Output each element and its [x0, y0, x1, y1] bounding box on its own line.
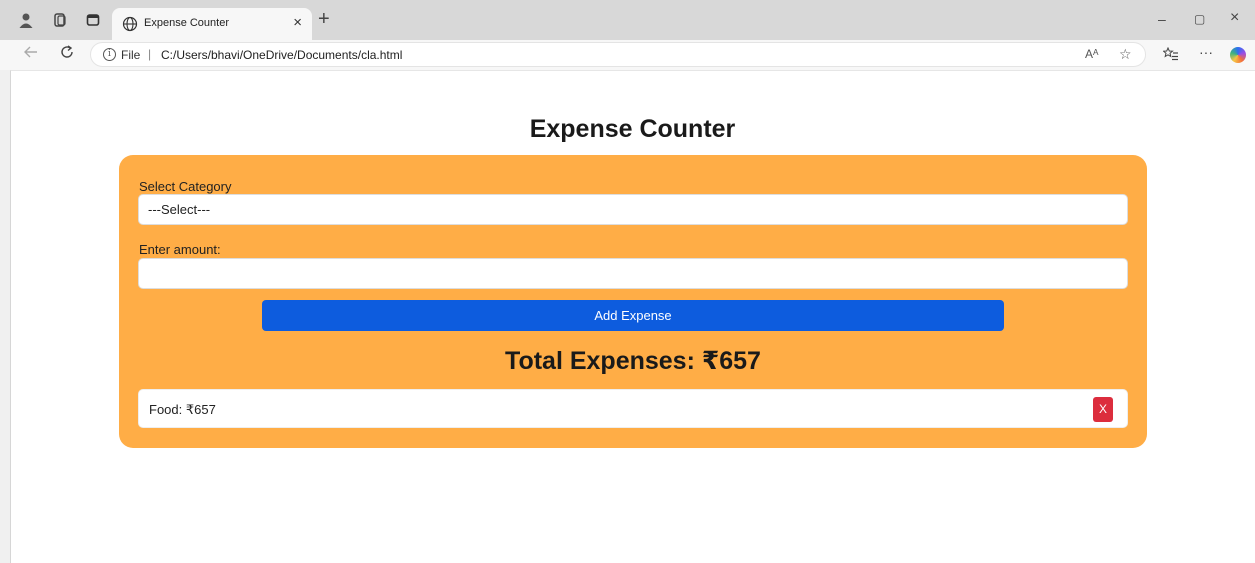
restore-button[interactable]: ▢: [1194, 12, 1205, 26]
refresh-icon[interactable]: [60, 45, 74, 65]
page-viewport: Expense Counter Select Category ---Selec…: [10, 70, 1255, 563]
copilot-icon[interactable]: [1230, 47, 1246, 63]
separator: |: [148, 47, 152, 61]
page-title: Expense Counter: [529, 115, 736, 143]
expense-text: Food: ₹657: [149, 402, 216, 417]
amount-label: Enter amount:: [139, 242, 221, 257]
delete-expense-button[interactable]: X: [1093, 397, 1113, 422]
browser-toolbar: i File | C:/Users/bhavi/OneDrive/Documen…: [0, 40, 1255, 70]
add-expense-button[interactable]: Add Expense: [262, 300, 1004, 331]
amount-input[interactable]: [138, 258, 1128, 289]
workspaces-icon[interactable]: [52, 12, 68, 28]
address-bar[interactable]: i File | C:/Users/bhavi/OneDrive/Documen…: [90, 42, 1146, 67]
tab-expense-counter[interactable]: Expense Counter ×: [112, 8, 312, 40]
file-label: File: [121, 48, 141, 62]
close-window-button[interactable]: ×: [1230, 9, 1239, 27]
back-arrow-icon[interactable]: [24, 45, 38, 65]
expense-form-card: Select Category ---Select--- Enter amoun…: [119, 155, 1147, 448]
minimize-button[interactable]: –: [1158, 11, 1166, 27]
tab-title: Expense Counter: [144, 17, 229, 29]
browser-title-bar: Expense Counter × + – ▢ ×: [0, 0, 1255, 40]
read-aloud-icon[interactable]: Aᴬ: [1085, 47, 1098, 61]
list-item: Food: ₹657 X: [138, 389, 1128, 428]
tab-close-button[interactable]: ×: [293, 14, 302, 31]
favorite-star-icon[interactable]: ☆: [1119, 46, 1132, 63]
tab-actions-icon[interactable]: [85, 12, 101, 28]
globe-icon: [122, 16, 138, 32]
new-tab-button[interactable]: +: [318, 9, 330, 29]
total-expenses: Total Expenses: ₹657: [505, 347, 761, 375]
info-icon[interactable]: i: [103, 48, 116, 61]
profile-icon[interactable]: [18, 12, 34, 28]
favorites-list-icon[interactable]: [1162, 46, 1179, 64]
category-select[interactable]: ---Select---: [138, 194, 1128, 225]
more-options-button[interactable]: ···: [1199, 44, 1213, 60]
url-text[interactable]: C:/Users/bhavi/OneDrive/Documents/cla.ht…: [161, 48, 402, 62]
category-label: Select Category: [139, 179, 232, 194]
